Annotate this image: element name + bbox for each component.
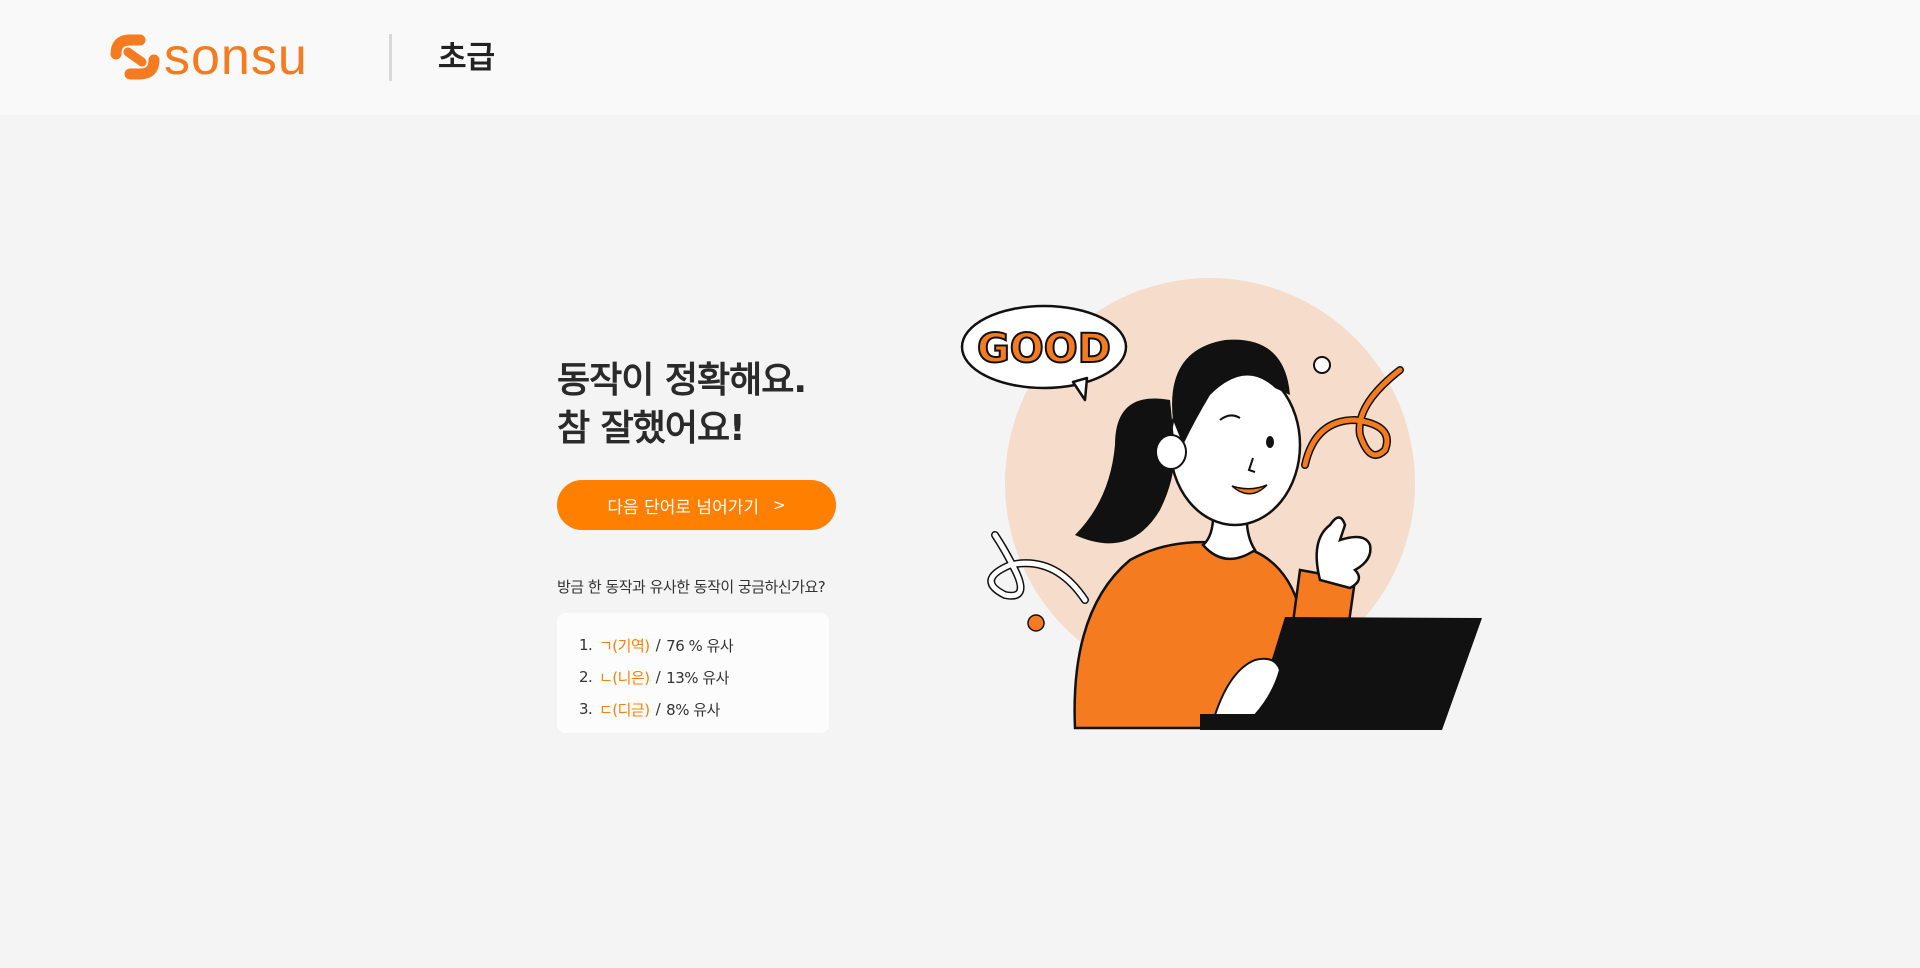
list-item-similarity: 76 % 유사 <box>666 636 734 655</box>
celebration-illustration: GOOD <box>960 278 1482 730</box>
list-item-word[interactable]: ㄱ(기역) <box>599 635 650 656</box>
list-item-word[interactable]: ㄴ(니은) <box>599 667 650 688</box>
next-word-button[interactable]: 다음 단어로 넘어가기 > <box>557 480 836 530</box>
similar-question: 방금 한 동작과 유사한 동작이 궁금하신가요? <box>557 578 826 596</box>
list-item-word[interactable]: ㄷ(디귿) <box>599 699 650 720</box>
app-header: sonsu 초급 <box>0 0 1920 115</box>
level-label: 초급 <box>438 40 496 76</box>
list-item-separator: / <box>655 636 661 654</box>
sonsu-logo[interactable]: sonsu <box>110 28 308 86</box>
list-item-similarity: 13% 유사 <box>666 668 729 687</box>
deco-dot <box>1027 614 1045 632</box>
header-divider <box>389 34 392 81</box>
result-headline: 동작이 정확해요. 참 잘했어요! <box>557 357 807 453</box>
result-title-line1: 동작이 정확해요. <box>557 360 807 401</box>
deco-dot <box>1313 356 1331 374</box>
list-item-separator: / <box>655 700 661 718</box>
list-item-number: 2. <box>579 668 593 686</box>
list-item[interactable]: 2. ㄴ(니은) / 13% 유사 <box>579 661 829 693</box>
list-item[interactable]: 3. ㄷ(디귿) / 8% 유사 <box>579 693 829 725</box>
bubble-text: GOOD <box>977 326 1111 372</box>
logo-text: sonsu <box>164 28 308 86</box>
list-item-separator: / <box>655 668 661 686</box>
result-title-line2: 참 잘했어요! <box>557 408 746 449</box>
next-word-label: 다음 단어로 넘어가기 <box>607 497 759 518</box>
chevron-right-icon: > <box>773 496 786 514</box>
list-item-number: 3. <box>579 700 593 718</box>
laptop <box>1250 617 1482 730</box>
sonsu-logo-icon <box>110 34 160 80</box>
list-item-similarity: 8% 유사 <box>666 700 720 719</box>
list-item[interactable]: 1. ㄱ(기역) / 76 % 유사 <box>579 629 829 661</box>
similar-list: 1. ㄱ(기역) / 76 % 유사 2. ㄴ(니은) / 13% 유사 3. … <box>557 613 829 733</box>
list-item-number: 1. <box>579 636 593 654</box>
